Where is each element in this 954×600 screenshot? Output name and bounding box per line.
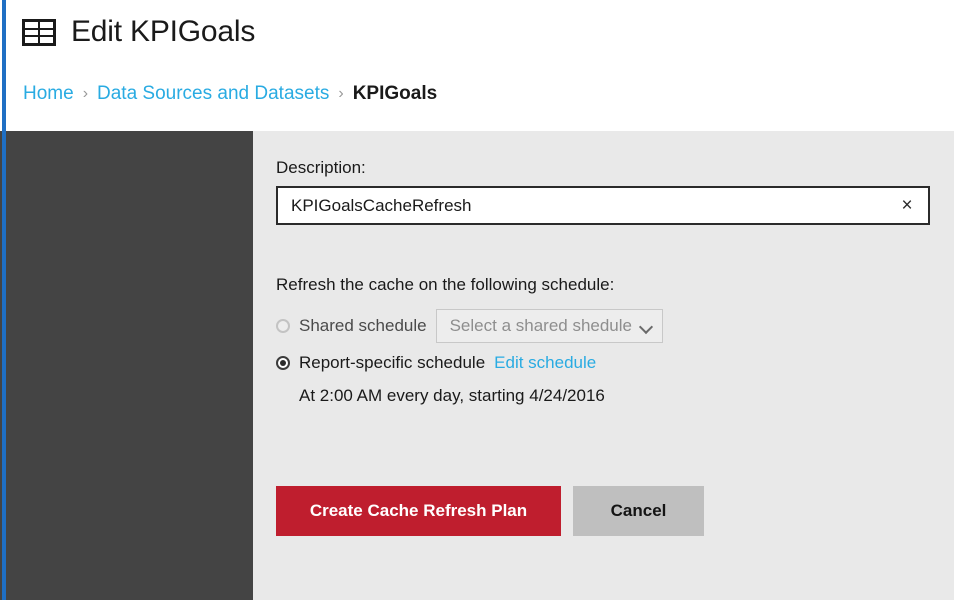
radio-report-specific-schedule[interactable] bbox=[276, 356, 290, 370]
main-content-panel: Description: × Refresh the cache on the … bbox=[253, 131, 954, 600]
chevron-down-icon bbox=[640, 320, 652, 332]
action-button-row: Create Cache Refresh Plan Cancel bbox=[276, 486, 704, 536]
breadcrumb-item-data-sources-and-datasets[interactable]: Data Sources and Datasets bbox=[97, 82, 329, 106]
schedule-summary-text: At 2:00 AM every day, starting 4/24/2016 bbox=[299, 386, 605, 405]
report-schedule-label: Report-specific schedule bbox=[299, 353, 486, 372]
table-grid-icon bbox=[22, 18, 56, 46]
page-header: Edit KPIGoals Home › Data Sources and Da… bbox=[0, 0, 954, 131]
breadcrumb-separator-2: › bbox=[338, 85, 344, 102]
description-field-wrapper: × bbox=[276, 186, 930, 225]
shared-schedule-row: Shared schedule Select a shared shedule bbox=[276, 309, 663, 343]
app-root: Edit KPIGoals Home › Data Sources and Da… bbox=[0, 0, 954, 600]
left-navigation-rail bbox=[0, 131, 253, 600]
cancel-button[interactable]: Cancel bbox=[573, 486, 704, 536]
shared-schedule-label: Shared schedule bbox=[299, 316, 427, 335]
schedule-section-label: Refresh the cache on the following sched… bbox=[276, 275, 615, 294]
radio-shared-schedule[interactable] bbox=[276, 319, 290, 333]
browser-edge-strip bbox=[2, 0, 6, 600]
shared-schedule-dropdown-value: Select a shared shedule bbox=[449, 316, 632, 335]
report-schedule-row: Report-specific schedule Edit schedule bbox=[276, 350, 596, 376]
edit-schedule-link[interactable]: Edit schedule bbox=[494, 352, 596, 374]
title-row: Edit KPIGoals bbox=[22, 16, 255, 48]
shared-schedule-dropdown[interactable]: Select a shared shedule bbox=[435, 309, 663, 343]
description-input[interactable] bbox=[278, 188, 886, 223]
breadcrumb-item-home[interactable]: Home bbox=[23, 82, 74, 106]
page-title: Edit KPIGoals bbox=[71, 15, 256, 48]
breadcrumb: Home › Data Sources and Datasets › KPIGo… bbox=[23, 82, 437, 106]
clear-description-icon[interactable]: × bbox=[886, 188, 928, 223]
breadcrumb-item-current: KPIGoals bbox=[352, 83, 438, 104]
create-cache-refresh-plan-button[interactable]: Create Cache Refresh Plan bbox=[276, 486, 561, 536]
breadcrumb-separator-1: › bbox=[82, 85, 89, 102]
description-label: Description: bbox=[276, 158, 366, 177]
